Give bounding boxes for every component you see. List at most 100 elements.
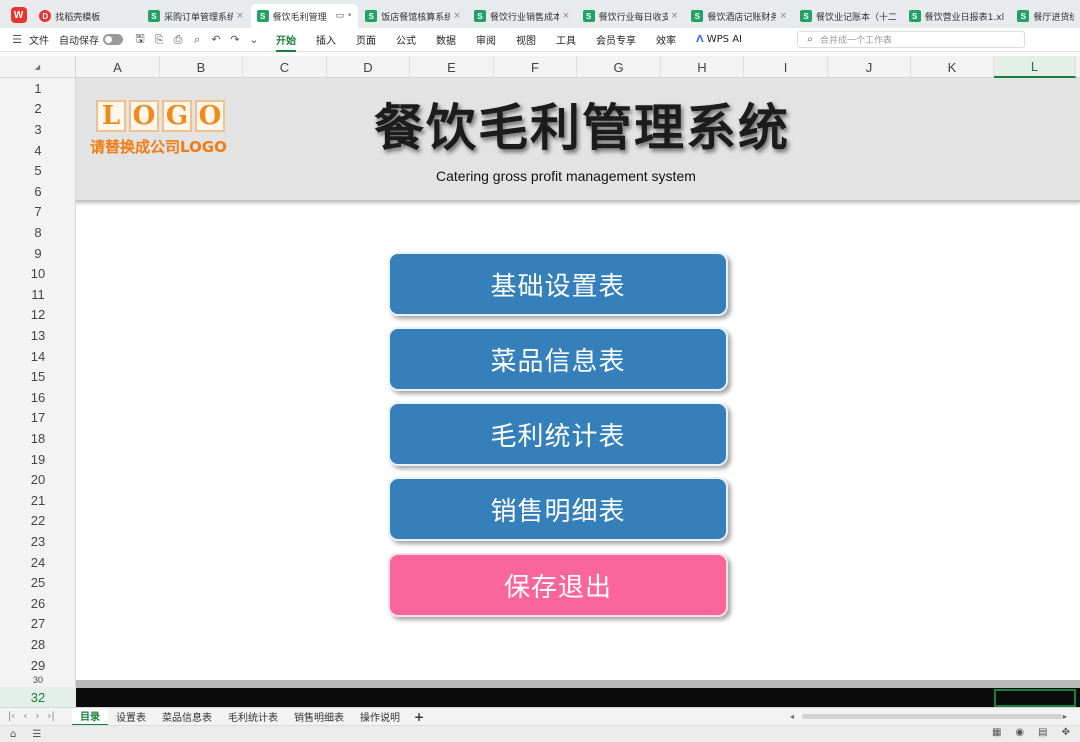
column-header[interactable]: I [744,56,828,78]
row-header[interactable]: 26 [0,593,76,614]
row-header[interactable]: 17 [0,408,76,429]
sheet-tab-sales-detail[interactable]: 销售明细表 [286,708,352,726]
row-header[interactable]: 4 [0,140,76,161]
prev-sheet-icon[interactable]: ‹ [23,711,27,722]
sheet-tab-gross-profit[interactable]: 毛利统计表 [220,708,286,726]
sheet-tab-settings[interactable]: 设置表 [108,708,154,726]
sheet-tab-instructions[interactable]: 操作说明 [352,708,408,726]
menu-member[interactable]: 会员专享 [596,32,636,47]
column-header[interactable]: B [160,56,243,78]
row-header[interactable]: 9 [0,243,76,264]
gross-profit-button[interactable]: 毛利统计表 [388,402,728,466]
last-sheet-icon[interactable]: ›| [47,711,54,722]
row-header[interactable]: 29 [0,655,76,676]
doc-tab[interactable]: S 餐饮行业每日收支 × [577,4,685,28]
row-header[interactable]: 1 [0,78,76,99]
doc-tab-active[interactable]: S 餐饮毛利管理 ▭ • [250,4,359,28]
menu-review[interactable]: 审阅 [476,32,496,47]
autosave-toggle[interactable]: 自动保存 [59,32,123,47]
doc-tab[interactable]: S 餐饮行业销售成本 × [468,4,576,28]
close-icon[interactable]: × [671,11,679,21]
doc-tab[interactable]: S 饭店餐馆核算系统 × [359,4,467,28]
save-icon[interactable]: 🖫 [133,32,147,47]
row-header[interactable]: 5 [0,160,76,181]
monitor-icon[interactable]: ▭ [335,11,344,21]
column-header[interactable]: F [494,56,577,78]
menu-formula[interactable]: 公式 [396,32,416,47]
row-header[interactable]: 27 [0,614,76,635]
select-all-corner[interactable]: ◢ [0,56,76,78]
add-sheet-icon[interactable]: + [414,710,424,724]
row-header[interactable]: 16 [0,387,76,408]
row-header[interactable]: 12 [0,305,76,326]
menu-insert[interactable]: 插入 [316,32,336,47]
menu-data[interactable]: 数据 [436,32,456,47]
menu-view[interactable]: 视图 [516,32,536,47]
row-header[interactable]: 6 [0,181,76,202]
close-icon[interactable]: × [562,11,570,21]
selected-cell[interactable] [994,689,1076,707]
column-header[interactable]: E [410,56,494,78]
row-header[interactable]: 8 [0,222,76,243]
row-header-selected[interactable]: 32 [0,687,76,708]
layout-icon[interactable]: ▤ [1038,727,1047,738]
close-icon[interactable]: × [779,11,787,21]
row-header[interactable]: 20 [0,469,76,490]
row-header[interactable]: 10 [0,263,76,284]
row-header[interactable]: 21 [0,490,76,511]
chevron-down-icon[interactable]: ⌄ [247,33,261,47]
row-header[interactable]: 19 [0,449,76,470]
first-sheet-icon[interactable]: |‹ [8,711,15,722]
basic-settings-button[interactable]: 基础设置表 [388,252,728,316]
row-header[interactable]: 28 [0,634,76,655]
row-header[interactable]: 25 [0,572,76,593]
sheet-tab-toc[interactable]: 目录 [72,707,108,726]
next-sheet-icon[interactable]: › [35,711,39,722]
normal-view-icon[interactable]: ▦ [992,727,1001,738]
preview-icon[interactable]: ⌕ [190,33,204,47]
row-header[interactable]: 24 [0,552,76,573]
row-header[interactable]: 3 [0,119,76,140]
doc-tab[interactable]: S 采购订单管理系统 × [142,4,250,28]
eye-icon[interactable]: ◉ [1015,727,1024,738]
row-header[interactable]: 14 [0,346,76,367]
menu-tools[interactable]: 工具 [556,32,576,47]
export-icon[interactable]: ⎘ [152,33,166,47]
column-header-selected[interactable]: L [994,56,1076,78]
row-header[interactable]: 22 [0,511,76,532]
notes-icon[interactable]: ☰ [32,729,41,740]
scroll-left-icon[interactable]: ◂ [790,712,802,721]
row-header[interactable]: 11 [0,284,76,305]
row-header[interactable]: 23 [0,531,76,552]
wps-home-button[interactable]: W [4,2,33,28]
column-header[interactable]: K [911,56,994,78]
close-icon[interactable]: × [453,11,461,21]
doc-tab[interactable]: S 餐厅进货统 [1011,4,1080,28]
sales-detail-button[interactable]: 销售明细表 [388,477,728,541]
search-input[interactable]: ⌕ 合并成一个工作表 [797,31,1025,48]
row-header[interactable]: 15 [0,366,76,387]
close-icon[interactable]: • [347,11,352,21]
save-exit-button[interactable]: 保存退出 [388,553,728,617]
scroll-right-icon[interactable]: ▸ [1063,712,1075,721]
toggle-switch[interactable] [103,34,123,45]
file-menu[interactable]: ☰ 文件 [10,32,49,47]
column-header[interactable]: J [828,56,911,78]
column-header[interactable]: D [327,56,410,78]
undo-icon[interactable]: ↶ [209,33,223,47]
row-header[interactable]: 2 [0,99,76,120]
sheet-tab-dish-info[interactable]: 菜品信息表 [154,708,220,726]
row-header[interactable]: 30 [0,675,76,685]
row-header[interactable]: 18 [0,428,76,449]
column-header[interactable]: H [661,56,744,78]
doc-tab[interactable]: S 餐饮酒店记账财务 × [685,4,793,28]
print-icon[interactable]: ⎙ [171,33,185,47]
company-logo[interactable]: L O G O [96,100,228,132]
column-header[interactable]: A [76,56,160,78]
menu-home[interactable]: 开始 [276,32,296,52]
macro-icon[interactable]: ⌂ [10,729,16,740]
doc-tab[interactable]: S 餐饮营业日报表1.xls [903,4,1011,28]
menu-page[interactable]: 页面 [356,32,376,47]
redo-icon[interactable]: ↷ [228,33,242,47]
column-header[interactable]: C [243,56,327,78]
